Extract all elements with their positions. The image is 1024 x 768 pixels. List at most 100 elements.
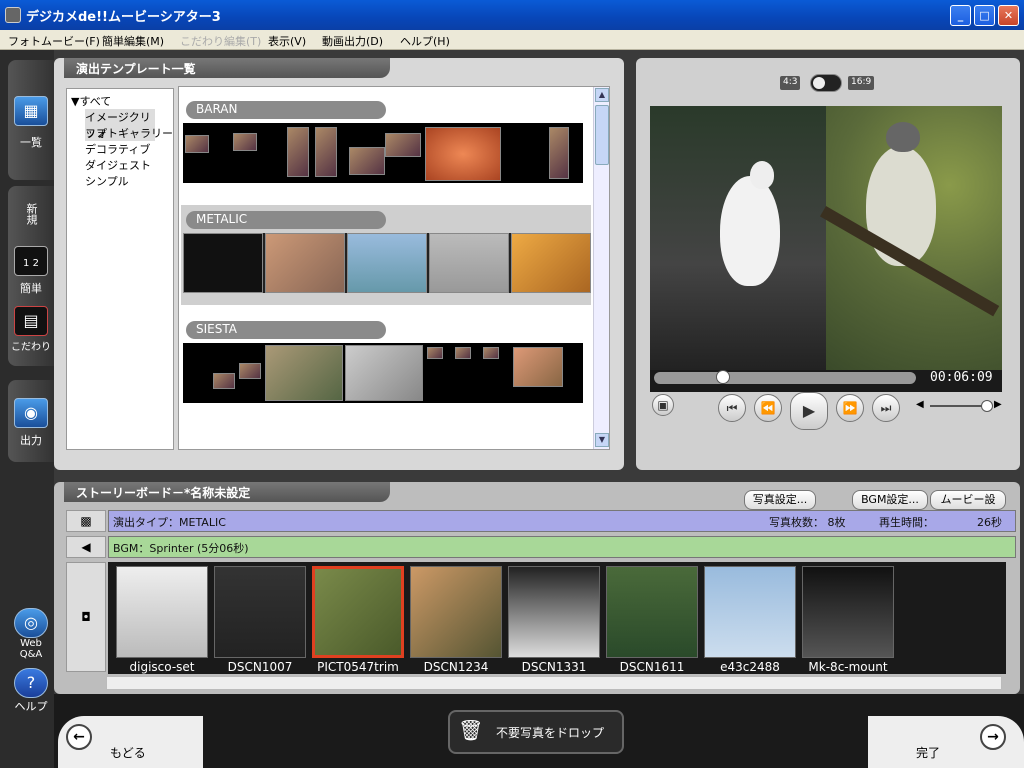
speaker-icon: ◀ bbox=[66, 536, 106, 558]
trash-label: 不要写真をドロップ bbox=[496, 726, 605, 740]
menu-help[interactable]: ヘルプ(H) bbox=[400, 33, 450, 49]
photo-item[interactable]: digisco-set bbox=[116, 566, 208, 674]
sidebar-new-group: 新規 1 2 簡単 ▤ こだわり bbox=[8, 186, 54, 366]
effect-track: ▩ 演出タイプ：METALIC 写真枚数： 8枚 再生時間： 26秒 bbox=[66, 510, 1016, 532]
photo-name: digisco-set bbox=[129, 660, 195, 674]
detail-clapper-icon[interactable]: ▤ bbox=[14, 306, 48, 336]
sidebar-easy-label[interactable]: 簡単 bbox=[8, 280, 54, 296]
template-preview-strip bbox=[183, 343, 583, 403]
bgm-settings-button[interactable]: BGM設定... bbox=[852, 490, 928, 510]
sidebar-detail-label[interactable]: こだわり bbox=[8, 338, 54, 353]
help-icon[interactable]: ? bbox=[14, 668, 48, 698]
ratio-4-3-label: 4:3 bbox=[780, 76, 801, 90]
menu-photomovie[interactable]: フォトムービー(F) bbox=[8, 33, 100, 49]
sidebar-support-group: ◎ Web Q&A ? ヘルプ bbox=[8, 580, 54, 720]
trash-icon: 🗑 bbox=[458, 718, 484, 742]
sidebar-help-label[interactable]: ヘルプ bbox=[8, 698, 54, 714]
template-scrollbar[interactable]: ▲ ▼ bbox=[593, 87, 609, 449]
effect-bar[interactable]: 演出タイプ：METALIC 写真枚数： 8枚 再生時間： 26秒 bbox=[108, 510, 1016, 532]
effect-type: 演出タイプ：METALIC bbox=[113, 516, 226, 529]
duration-label: 再生時間： bbox=[879, 516, 934, 529]
photo-name: DSCN1331 bbox=[521, 660, 587, 674]
photo-item[interactable]: DSCN1611 bbox=[606, 566, 698, 674]
seek-bar[interactable] bbox=[654, 370, 916, 384]
back-arrow-icon: ← bbox=[66, 724, 92, 750]
photo-name: Mk-8c-mount bbox=[808, 660, 888, 674]
next-arrow-icon: → bbox=[980, 724, 1006, 750]
tree-item-digest[interactable]: ダイジェスト bbox=[85, 157, 151, 173]
bgm-bar[interactable]: BGM：Sprinter (5分06秒) bbox=[108, 536, 1016, 558]
menu-video-output[interactable]: 動画出力(D) bbox=[322, 33, 383, 49]
tree-item-all[interactable]: ▼すべて bbox=[71, 93, 111, 109]
tree-item-photogallery[interactable]: フォトギャラリー bbox=[85, 125, 173, 141]
photo-item[interactable]: PICT0547trim bbox=[312, 566, 404, 674]
video-screen: 00:06:09 bbox=[650, 106, 1002, 392]
movie-settings-button[interactable]: ムービー設定... bbox=[930, 490, 1006, 524]
menu-view[interactable]: 表示(V) bbox=[268, 33, 306, 49]
photo-settings-button[interactable]: 写真設定... bbox=[744, 490, 816, 510]
scroll-thumb[interactable] bbox=[595, 105, 609, 165]
skip-start-button[interactable]: ⏮ bbox=[718, 394, 746, 422]
snapshot-icon[interactable]: ▣ bbox=[652, 394, 674, 416]
template-metalic[interactable]: METALIC bbox=[181, 205, 591, 305]
easy-clapper-icon[interactable]: 1 2 bbox=[14, 246, 48, 276]
done-button[interactable]: 完了 → bbox=[868, 716, 1024, 768]
photo-scrollbar[interactable] bbox=[106, 676, 1002, 690]
minimize-button[interactable]: _ bbox=[950, 5, 971, 26]
play-button[interactable]: ▶ bbox=[790, 392, 828, 430]
back-label: もどる bbox=[110, 746, 146, 760]
title-bar: デジカメde!!ムービーシアター3 _ □ ✕ bbox=[0, 0, 1024, 30]
storyboard-panel: ストーリーボード－*名称未設定 写真設定... BGM設定... ムービー設定.… bbox=[54, 482, 1020, 694]
template-panel: 演出テンプレート一覧 ▼すべて イメージクリップ フォトギャラリー デコラティブ… bbox=[54, 58, 624, 470]
aspect-toggle[interactable]: 4:3 16:9 bbox=[780, 74, 880, 92]
sidebar-output-button[interactable]: ◉ 出力 bbox=[8, 380, 54, 462]
preview-panel: 4:3 16:9 00:06:09 ▣ ⏮ ⏪ ▶ ⏩ ⏭ ◀ ▶ bbox=[636, 58, 1020, 470]
template-category-tree: ▼すべて イメージクリップ フォトギャラリー デコラティブ ダイジェスト シンプ… bbox=[66, 88, 174, 450]
aspect-switch[interactable] bbox=[810, 74, 842, 92]
tree-item-all-label: すべて bbox=[79, 95, 112, 108]
output-icon: ◉ bbox=[14, 398, 48, 428]
photo-name: PICT0547trim bbox=[317, 660, 399, 674]
seek-handle[interactable] bbox=[716, 370, 730, 384]
tree-item-simple[interactable]: シンプル bbox=[85, 173, 129, 189]
sidebar-list-button[interactable]: ▦ 一覧 bbox=[8, 60, 54, 180]
volume-control[interactable]: ◀ ▶ bbox=[916, 398, 1006, 414]
template-name: METALIC bbox=[186, 211, 386, 229]
storyboard-title: ストーリーボード－*名称未設定 bbox=[64, 482, 390, 502]
skip-end-button[interactable]: ⏭ bbox=[872, 394, 900, 422]
sidebar-webqa-label[interactable]: Web Q&A bbox=[16, 638, 46, 660]
template-name: BARAN bbox=[186, 101, 386, 119]
web-globe-icon[interactable]: ◎ bbox=[14, 608, 48, 638]
photo-strip: digisco-set DSCN1007 PICT0547trim DSCN12… bbox=[108, 562, 1006, 674]
menu-easy-edit[interactable]: 簡単編集(M) bbox=[102, 33, 164, 49]
photo-item[interactable]: DSCN1234 bbox=[410, 566, 502, 674]
photo-item[interactable]: Mk-8c-mount bbox=[802, 566, 894, 674]
photo-name: DSCN1007 bbox=[227, 660, 293, 674]
back-button[interactable]: ← もどる bbox=[58, 716, 203, 768]
close-button[interactable]: ✕ bbox=[998, 5, 1019, 26]
scroll-down-icon[interactable]: ▼ bbox=[595, 433, 609, 447]
photo-item[interactable]: DSCN1007 bbox=[214, 566, 306, 674]
trash-drop-zone[interactable]: 🗑 不要写真をドロップ bbox=[448, 710, 624, 754]
sidebar-new-label[interactable]: 新規 bbox=[23, 194, 39, 234]
maximize-button[interactable]: □ bbox=[974, 5, 995, 26]
easy-badge: 1 2 bbox=[23, 258, 39, 269]
photo-count: 写真枚数： 8枚 bbox=[769, 516, 846, 529]
camera-icon: ◘ bbox=[66, 562, 106, 672]
photo-item[interactable]: DSCN1331 bbox=[508, 566, 600, 674]
volume-handle[interactable] bbox=[981, 400, 993, 412]
photo-item[interactable]: e43c2488 bbox=[704, 566, 796, 674]
tree-item-decorative[interactable]: デコラティブ bbox=[85, 141, 150, 157]
duration-value: 26秒 bbox=[977, 516, 1002, 529]
template-baran[interactable]: BARAN bbox=[181, 95, 591, 195]
fast-forward-button[interactable]: ⏩ bbox=[836, 394, 864, 422]
egret-image bbox=[650, 106, 826, 370]
bird-image bbox=[820, 106, 1002, 370]
effect-icon: ▩ bbox=[66, 510, 106, 532]
rewind-button[interactable]: ⏪ bbox=[754, 394, 782, 422]
template-siesta[interactable]: SIESTA bbox=[181, 315, 591, 415]
sidebar-list-label: 一覧 bbox=[20, 136, 42, 149]
window-title: デジカメde!!ムービーシアター3 bbox=[26, 10, 221, 25]
scroll-up-icon[interactable]: ▲ bbox=[595, 88, 609, 102]
template-panel-title: 演出テンプレート一覧 bbox=[64, 58, 390, 78]
